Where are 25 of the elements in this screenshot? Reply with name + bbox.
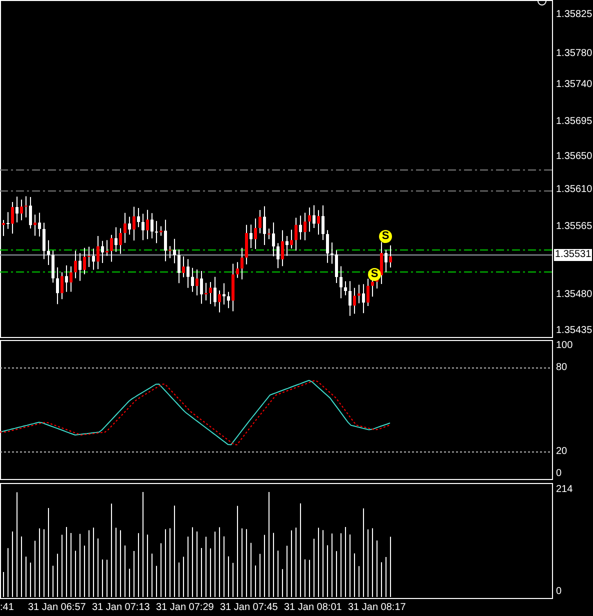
stochastic-axis-label: 0: [556, 469, 562, 479]
time-axis-label: 31 Jan 07:29: [156, 603, 214, 613]
price-axis-label: 1.35435: [556, 326, 592, 336]
stochastic-axis-label: 20: [556, 447, 568, 457]
signal-marker: S: [379, 230, 392, 243]
volume-axis-label: 214: [556, 485, 573, 495]
signal-marker: S: [368, 268, 381, 281]
price-axis-label: 1.35610: [556, 185, 592, 195]
price-axis-label: 1.35740: [556, 80, 592, 90]
time-axis-label: 31 Jan 07:45: [220, 603, 278, 613]
stochastic-axis-label: 100: [556, 341, 573, 351]
time-axis-label: 31 Jan 07:13: [92, 603, 150, 613]
time-axis-label: :41: [0, 603, 14, 613]
time-axis-label: 31 Jan 08:17: [348, 603, 406, 613]
current-price-label: 1.35531: [554, 249, 592, 261]
price-axis-label: 1.35825: [556, 10, 592, 20]
time-axis-label: 31 Jan 08:01: [284, 603, 342, 613]
stochastic-axis-label: 80: [556, 363, 568, 373]
time-axis-label: 31 Jan 06:57: [28, 603, 86, 613]
volume-axis-label: 0: [556, 587, 562, 597]
price-axis-label: 1.35565: [556, 222, 592, 232]
price-axis-label: 1.35695: [556, 117, 592, 127]
price-axis-label: 1.35480: [556, 290, 592, 300]
price-axis-label: 1.35780: [556, 49, 592, 59]
price-axis-label: 1.35650: [556, 152, 592, 162]
